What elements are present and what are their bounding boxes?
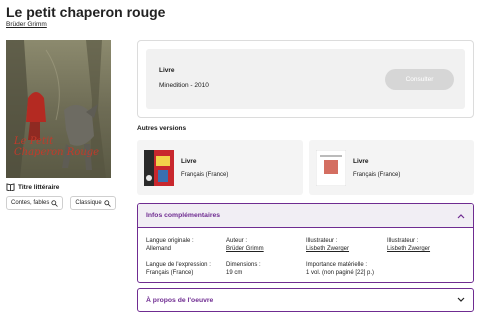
additional-info-title: Infos complémentaires [146, 212, 221, 219]
field-label: Illustrateur : [306, 238, 338, 244]
tag-classique[interactable]: Classique [70, 196, 116, 210]
consult-button[interactable]: Consulter [385, 69, 454, 90]
author-link[interactable]: Brüder Grimm [6, 21, 47, 28]
field-original-language: Langue originale : Allemand [146, 237, 194, 253]
author-value-link[interactable]: Brüder Grimm [226, 245, 264, 253]
illustrator-value-link[interactable]: Lisbeth Zwerger [387, 245, 430, 253]
about-work-title: À propos de l'oeuvre [146, 296, 214, 304]
edition-publisher: Minedition - 2010 [159, 82, 209, 89]
field-label: Importance matérielle : [306, 262, 368, 268]
edition-card: Livre Minedition - 2010 Consulter [137, 40, 474, 118]
other-versions-heading: Autres versions [137, 125, 187, 132]
field-label: Illustrateur : [387, 238, 419, 244]
chevron-up-icon [457, 213, 465, 218]
edition-card-body: Livre Minedition - 2010 Consulter [146, 49, 465, 109]
work-type: Titre littéraire [6, 183, 59, 191]
field-value: Français (France) [146, 270, 194, 276]
field-material-extent: Importance matérielle : 1 vol. (non pagi… [306, 261, 374, 277]
version-card[interactable]: Livre Français (France) [309, 140, 474, 195]
field-label: Langue de l'expression : [146, 262, 211, 268]
work-type-label: Titre littéraire [18, 183, 60, 191]
about-work-panel[interactable]: À propos de l'oeuvre [137, 288, 474, 312]
field-value: Allemand [146, 246, 172, 252]
illustrator-value-link[interactable]: Lisbeth Zwerger [306, 245, 349, 253]
field-label: Langue originale : [146, 238, 194, 244]
tag-label: Contes, fables [11, 200, 50, 206]
field-author: Auteur : Brüder Grimm [226, 237, 264, 253]
edition-type: Livre [159, 67, 175, 74]
version-type: Livre [353, 158, 369, 165]
search-icon [51, 199, 59, 207]
version-language: Français (France) [181, 172, 229, 178]
search-icon [104, 199, 111, 207]
cover-title-line2: Chaperon Rouge [14, 147, 100, 158]
field-label: Auteur : [226, 238, 248, 244]
cover-title-line1: Le Petit [14, 136, 54, 147]
additional-info-header[interactable]: Infos complémentaires [138, 204, 473, 228]
version-language: Français (France) [353, 172, 401, 178]
field-label: Dimensions : [226, 262, 261, 268]
version-cover-thumbnail [144, 150, 174, 186]
tag-label: Classique [75, 200, 102, 206]
field-value: 1 vol. (non paginé [22] p.) [306, 270, 375, 276]
field-dimensions: Dimensions : 19 cm [226, 261, 261, 277]
info-fields: Langue originale : Allemand Auteur : Brü… [146, 237, 466, 281]
book-cover: Le Petit Chaperon Rouge [6, 40, 111, 178]
field-illustrator: Illustrateur : Lisbeth Zwerger [306, 237, 349, 253]
chevron-down-icon [457, 297, 465, 302]
additional-info-panel: Infos complémentaires Langue originale :… [137, 203, 474, 283]
tag-contes-fables[interactable]: Contes, fables [6, 196, 64, 210]
field-value: 19 cm [226, 270, 243, 276]
page-title: Le petit chaperon rouge [6, 4, 166, 20]
tag-list: Contes, fables Classique [6, 196, 116, 210]
field-illustrator: Illustrateur : Lisbeth Zwerger [387, 237, 430, 253]
version-card[interactable]: Livre Français (France) [137, 140, 303, 195]
version-cover-thumbnail [316, 150, 346, 186]
book-icon [6, 183, 15, 191]
version-type: Livre [181, 158, 197, 165]
field-expression-language: Langue de l'expression : Français (Franc… [146, 261, 211, 277]
